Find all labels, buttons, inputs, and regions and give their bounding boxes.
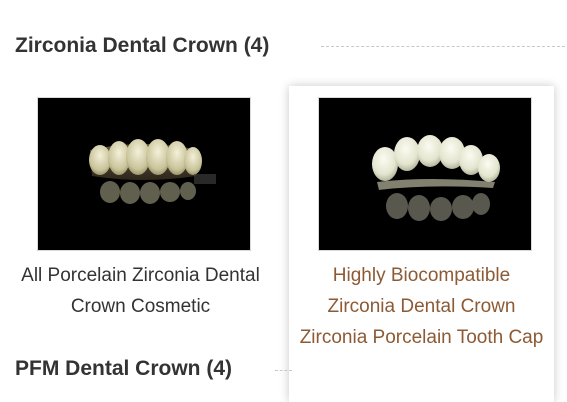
product-image[interactable] [37, 97, 251, 251]
section-title-pfm: PFM Dental Crown (4) [15, 357, 233, 380]
dental-crown-photo-icon [372, 135, 500, 221]
section-divider [275, 370, 292, 371]
section-divider [321, 46, 565, 47]
product-title-link[interactable]: Highly Biocompatible Zirconia Dental Cro… [297, 260, 546, 353]
product-title-link[interactable]: All Porcelain Zirconia Dental Crown Cosm… [16, 260, 265, 322]
section-title-zirconia: Zirconia Dental Crown (4) [15, 34, 270, 57]
product-image[interactable] [318, 97, 532, 251]
product-card[interactable]: Highly Biocompatible Zirconia Dental Cro… [289, 86, 554, 402]
product-card[interactable]: All Porcelain Zirconia Dental Crown Cosm… [8, 86, 273, 402]
dental-crown-photo-icon [89, 139, 216, 204]
